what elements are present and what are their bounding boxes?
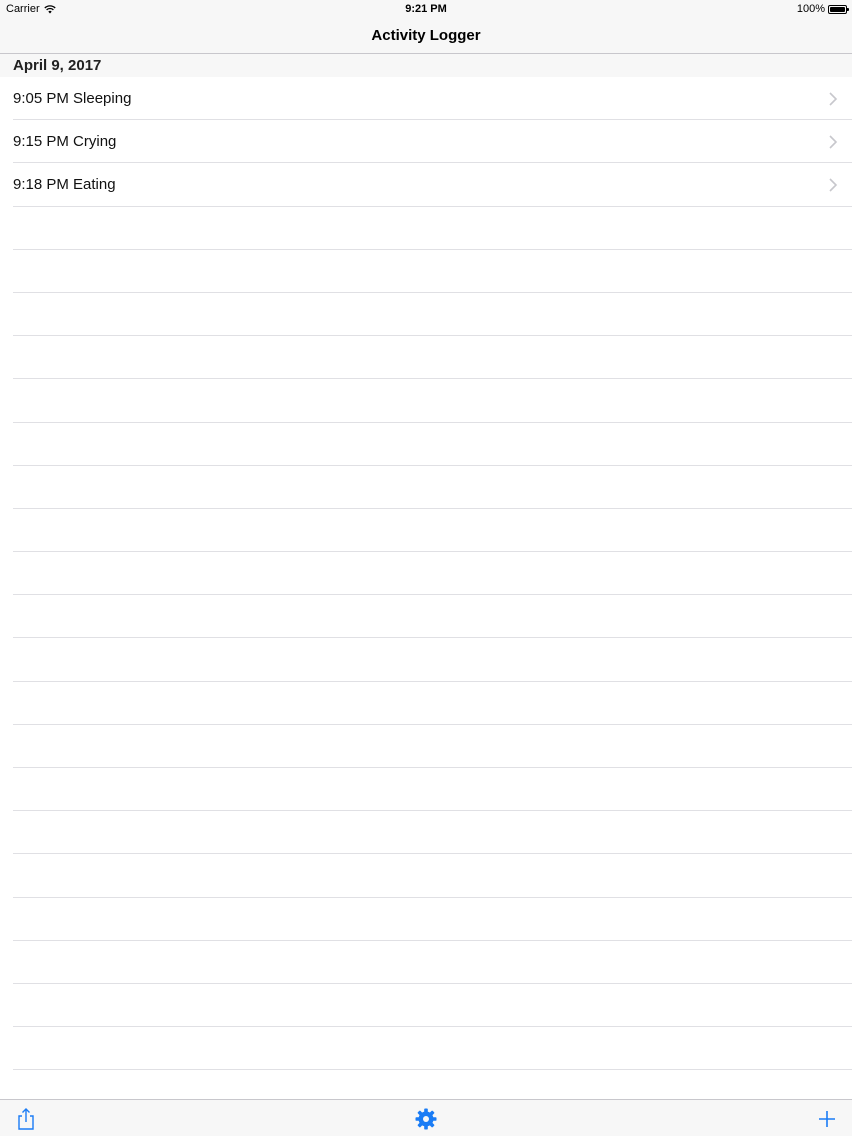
empty-row bbox=[13, 941, 852, 984]
empty-row bbox=[13, 1070, 852, 1099]
empty-row bbox=[13, 984, 852, 1028]
empty-row bbox=[13, 768, 852, 812]
empty-row bbox=[13, 379, 852, 423]
table-row[interactable]: 9:18 PM Eating bbox=[13, 163, 852, 207]
table-row[interactable]: 9:15 PM Crying bbox=[13, 120, 852, 164]
plus-icon[interactable] bbox=[815, 1107, 839, 1131]
status-bar: Carrier 9:21 PM 100% bbox=[0, 0, 852, 18]
chevron-right-icon bbox=[829, 92, 838, 106]
chevron-right-icon bbox=[829, 135, 838, 149]
empty-row bbox=[13, 466, 852, 509]
empty-row bbox=[13, 552, 852, 596]
empty-row bbox=[13, 682, 852, 725]
chevron-right-icon bbox=[829, 178, 838, 192]
battery-percent: 100% bbox=[796, 3, 825, 15]
page-title: Activity Logger bbox=[371, 27, 481, 44]
activity-table[interactable]: 9:05 PM Sleeping 9:15 PM Crying 9:18 PM … bbox=[0, 77, 852, 1099]
empty-row bbox=[13, 509, 852, 553]
bottom-toolbar bbox=[0, 1099, 852, 1136]
entry-label: 9:18 PM Eating bbox=[13, 176, 116, 194]
empty-row bbox=[13, 854, 852, 898]
battery-indicator: 100% bbox=[796, 3, 849, 15]
empty-row bbox=[13, 1027, 852, 1071]
empty-row bbox=[13, 595, 852, 639]
share-icon[interactable] bbox=[14, 1107, 38, 1131]
gear-icon[interactable] bbox=[414, 1107, 438, 1131]
entry-label: 9:05 PM Sleeping bbox=[13, 90, 132, 107]
empty-row bbox=[13, 811, 852, 855]
table-row[interactable]: 9:05 PM Sleeping bbox=[13, 77, 852, 121]
empty-row bbox=[13, 336, 852, 380]
empty-row bbox=[13, 250, 852, 293]
empty-row bbox=[13, 207, 852, 250]
navigation-bar: Activity Logger bbox=[0, 18, 852, 54]
section-header-date: April 9, 2017 bbox=[0, 54, 852, 77]
empty-row bbox=[13, 293, 852, 337]
empty-row bbox=[13, 725, 852, 768]
battery-icon bbox=[828, 4, 849, 14]
status-time: 9:21 PM bbox=[405, 3, 447, 15]
empty-row bbox=[13, 423, 852, 466]
empty-row bbox=[13, 898, 852, 941]
entry-label: 9:15 PM Crying bbox=[13, 133, 117, 151]
empty-row bbox=[13, 638, 852, 682]
